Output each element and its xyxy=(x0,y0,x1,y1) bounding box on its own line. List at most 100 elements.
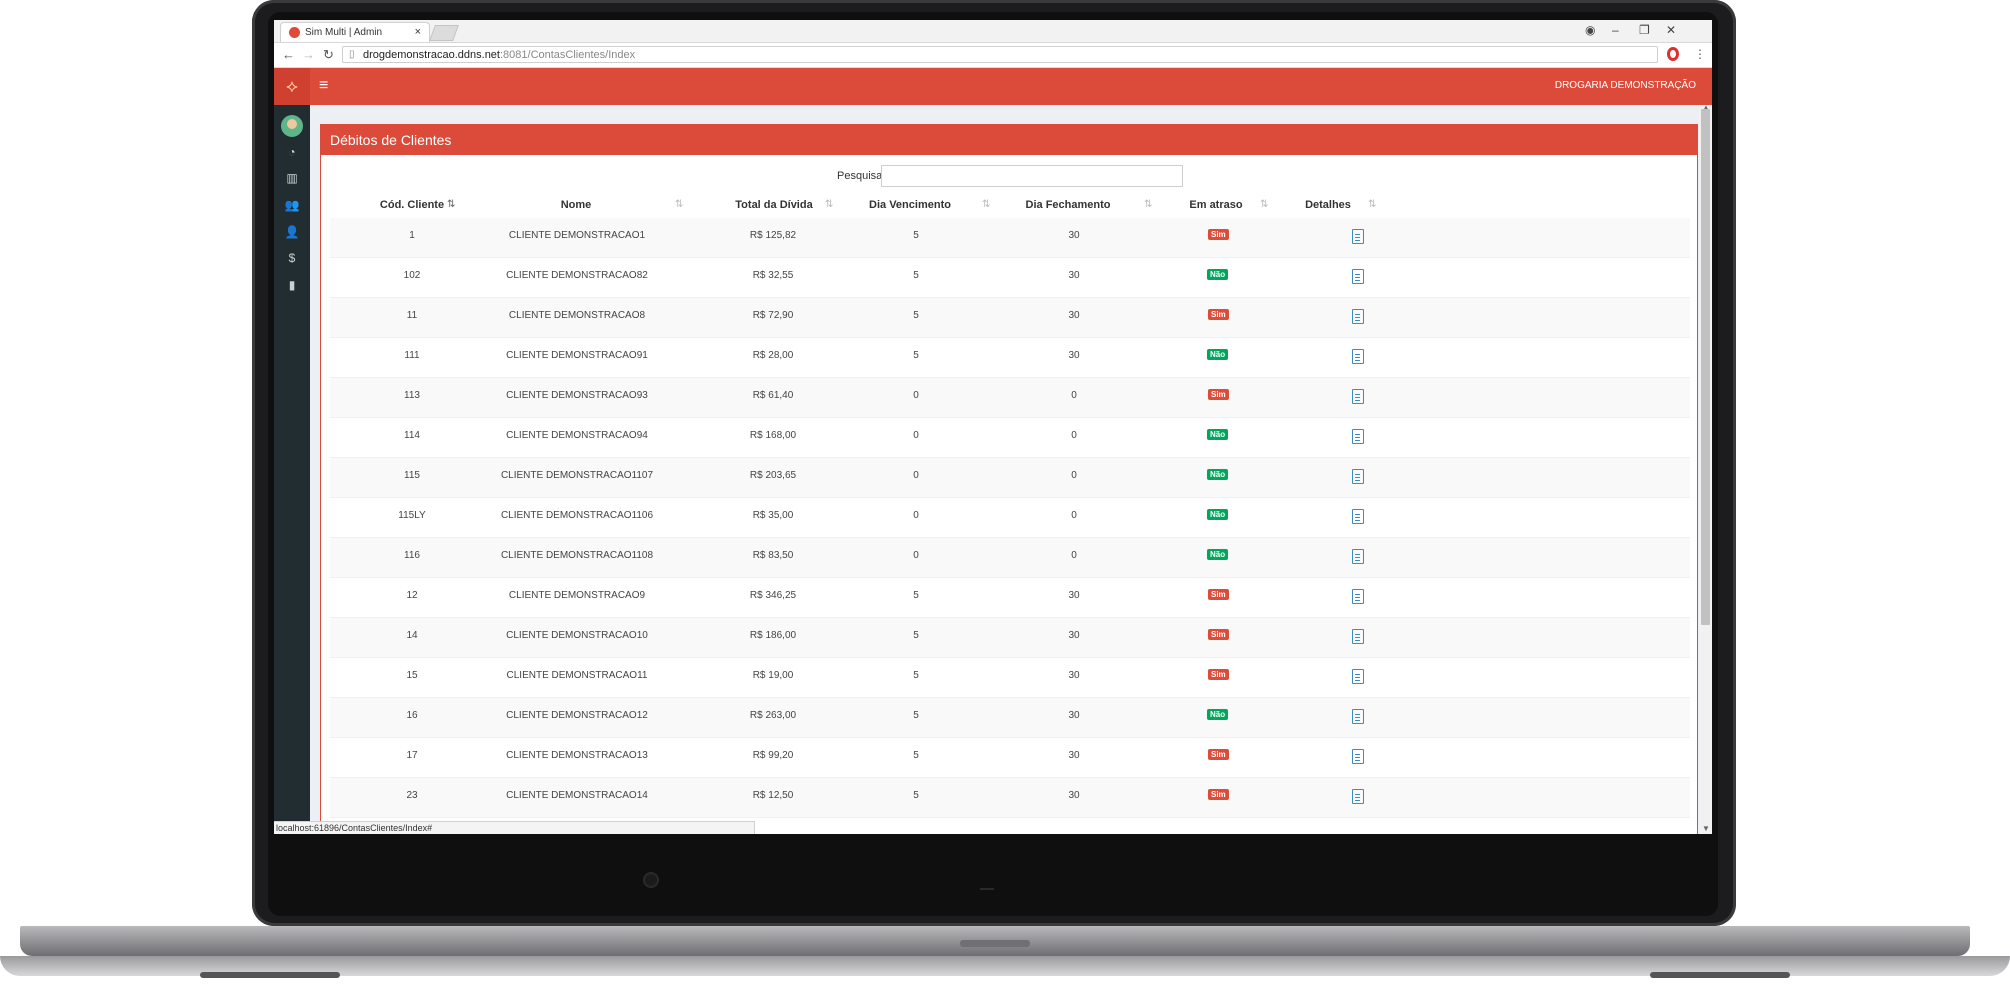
tab-title: Sim Multi | Admin xyxy=(305,27,383,38)
page-scrollbar[interactable]: ▲ ▼ xyxy=(1699,103,1712,834)
status-badge: Não xyxy=(1207,429,1229,440)
table-row: 17 CLIENTE DEMONSTRACAO13 R$ 99,20 5 30 Sim xyxy=(330,738,1690,778)
details-document-icon[interactable] xyxy=(1352,429,1364,444)
col-cod-cliente[interactable]: Cód. Cliente xyxy=(366,199,458,211)
cell-dia-vencimento: 5 xyxy=(913,670,919,681)
cell-cod-cliente: 15 xyxy=(406,670,418,681)
users-icon[interactable]: 👥 xyxy=(274,198,310,212)
cell-dia-fechamento: 0 xyxy=(1071,430,1077,441)
sort-icon[interactable]: ⇅ xyxy=(982,199,990,210)
details-document-icon[interactable] xyxy=(1352,709,1364,724)
app-header: ⟡ ≡ DROGARIA DEMONSTRAÇÃO xyxy=(274,68,1712,105)
table-row: 102 CLIENTE DEMONSTRACAO82 R$ 32,55 5 30 Não xyxy=(330,258,1690,298)
hamburger-menu-icon[interactable]: ≡ xyxy=(319,77,328,95)
sort-icon[interactable]: ⇅ xyxy=(675,199,683,210)
col-nome[interactable]: Nome xyxy=(530,199,622,211)
status-url: localhost:61896/ContasClientes/Index# xyxy=(276,823,433,833)
details-document-icon[interactable] xyxy=(1352,749,1364,764)
cell-cod-cliente: 113 xyxy=(404,390,420,401)
col-dia-vencimento[interactable]: Dia Vencimento xyxy=(860,199,960,211)
cell-nome: CLIENTE DEMONSTRACAO10 xyxy=(506,630,648,641)
favicon-icon xyxy=(289,27,300,38)
details-document-icon[interactable] xyxy=(1352,789,1364,804)
details-document-icon[interactable] xyxy=(1352,589,1364,604)
app-logo-icon[interactable]: ⟡ xyxy=(274,68,310,105)
cell-dia-fechamento: 30 xyxy=(1068,670,1080,681)
profile-icon[interactable]: ◉ xyxy=(1585,23,1595,37)
cell-dia-fechamento: 0 xyxy=(1071,470,1077,481)
table-row: 115 CLIENTE DEMONSTRACAO1107 R$ 203,65 0 0 Nã… xyxy=(330,458,1690,498)
cell-cod-cliente: 12 xyxy=(406,590,418,601)
details-document-icon[interactable] xyxy=(1352,229,1364,244)
cell-total-divida: R$ 32,55 xyxy=(752,270,794,281)
new-tab-button[interactable] xyxy=(429,25,459,41)
cell-dia-vencimento: 5 xyxy=(913,590,919,601)
details-document-icon[interactable] xyxy=(1352,549,1364,564)
cell-cod-cliente: 14 xyxy=(406,630,418,641)
table-row: 115LY CLIENTE DEMONSTRACAO1106 R$ 35,00 0 0 N… xyxy=(330,498,1690,538)
barcode-icon[interactable]: ▥ xyxy=(274,171,310,185)
table-row: 116 CLIENTE DEMONSTRACAO1108 R$ 83,50 0 0 Não xyxy=(330,538,1690,578)
sort-icon[interactable]: ⇅ xyxy=(1144,199,1152,210)
user-icon[interactable]: 👤 xyxy=(274,225,310,239)
cell-total-divida: R$ 28,00 xyxy=(752,350,794,361)
sort-asc-icon[interactable]: ⇅ xyxy=(447,199,455,210)
col-dia-fechamento[interactable]: Dia Fechamento xyxy=(1018,199,1118,211)
table-row: 111 CLIENTE DEMONSTRACAO91 R$ 28,00 5 30 Não xyxy=(330,338,1690,378)
cell-nome: CLIENTE DEMONSTRACAO8 xyxy=(508,310,646,321)
details-document-icon[interactable] xyxy=(1352,309,1364,324)
brand-name[interactable]: DROGARIA DEMONSTRAÇÃO xyxy=(1555,80,1696,91)
cell-nome: CLIENTE DEMONSTRACAO93 xyxy=(506,390,648,401)
status-badge: Não xyxy=(1207,269,1229,280)
details-document-icon[interactable] xyxy=(1352,509,1364,524)
cell-dia-fechamento: 0 xyxy=(1071,550,1077,561)
bar-chart-icon[interactable]: ▮ xyxy=(274,278,310,292)
cell-total-divida: R$ 125,82 xyxy=(749,230,797,241)
details-document-icon[interactable] xyxy=(1352,349,1364,364)
cell-dia-vencimento: 5 xyxy=(913,310,919,321)
cell-dia-vencimento: 5 xyxy=(913,350,919,361)
dashboard-icon[interactable]: ◔ xyxy=(274,145,310,159)
cell-nome: CLIENTE DEMONSTRACAO13 xyxy=(506,750,648,761)
dollar-icon[interactable]: $ xyxy=(274,251,310,265)
details-document-icon[interactable] xyxy=(1352,269,1364,284)
cell-dia-fechamento: 30 xyxy=(1068,790,1080,801)
cell-total-divida: R$ 168,00 xyxy=(749,430,797,441)
scroll-down-icon[interactable]: ▼ xyxy=(1702,824,1710,833)
tab-close-icon[interactable]: × xyxy=(415,26,421,38)
cell-total-divida: R$ 12,50 xyxy=(752,790,794,801)
avatar[interactable] xyxy=(281,115,303,137)
status-badge: Não xyxy=(1207,709,1229,720)
browser-statusbar: localhost:61896/ContasClientes/Index# xyxy=(274,821,755,834)
cell-nome: CLIENTE DEMONSTRACAO9 xyxy=(508,590,646,601)
browser-tab[interactable]: Sim Multi | Admin × xyxy=(280,22,430,42)
debits-box: Débitos de Clientes Pesquisar Cód. Clien… xyxy=(320,124,1698,834)
status-badge: Sim xyxy=(1208,309,1229,320)
back-icon[interactable]: ← xyxy=(282,47,295,62)
table-row: 1 CLIENTE DEMONSTRACAO1 R$ 125,82 5 30 Sim xyxy=(330,218,1690,258)
browser-menu-icon[interactable]: ⋮ xyxy=(1694,47,1706,61)
cell-dia-fechamento: 30 xyxy=(1068,350,1080,361)
url-input[interactable]: ▯ drogdemonstracao.ddns.net:8081/ContasC… xyxy=(342,46,1658,63)
details-document-icon[interactable] xyxy=(1352,669,1364,684)
cell-dia-vencimento: 0 xyxy=(913,430,919,441)
search-input[interactable] xyxy=(881,165,1183,187)
col-total-divida[interactable]: Total da Dívida xyxy=(714,199,834,211)
col-em-atraso[interactable]: Em atraso xyxy=(1176,199,1256,211)
url-host: drogdemonstracao.ddns.net xyxy=(363,49,500,61)
reload-icon[interactable]: ↻ xyxy=(323,47,334,63)
restore-icon[interactable]: ❐ xyxy=(1639,23,1650,37)
sort-icon[interactable]: ⇅ xyxy=(1368,199,1376,210)
col-detalhes[interactable]: Detalhes xyxy=(1288,199,1368,211)
scroll-thumb[interactable] xyxy=(1701,109,1710,625)
sort-icon[interactable]: ⇅ xyxy=(825,199,833,210)
sort-icon[interactable]: ⇅ xyxy=(1260,199,1268,210)
table-row: 15 CLIENTE DEMONSTRACAO11 R$ 19,00 5 30 Sim xyxy=(330,658,1690,698)
details-document-icon[interactable] xyxy=(1352,629,1364,644)
details-document-icon[interactable] xyxy=(1352,389,1364,404)
minimize-icon[interactable]: – xyxy=(1612,23,1619,37)
details-document-icon[interactable] xyxy=(1352,469,1364,484)
forward-icon[interactable]: → xyxy=(302,47,315,62)
opera-icon[interactable] xyxy=(1667,47,1679,61)
window-close-icon[interactable]: ✕ xyxy=(1666,23,1676,37)
